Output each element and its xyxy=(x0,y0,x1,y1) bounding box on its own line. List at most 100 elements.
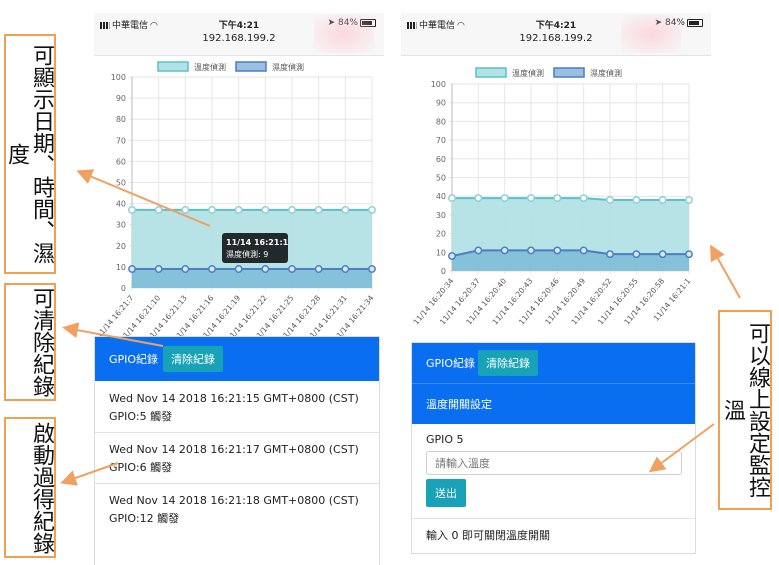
log-entry: Wed Nov 14 2018 16:21:18 GMT+0800 (CST) … xyxy=(95,483,379,534)
gpio-log-header: GPIO紀錄 清除紀錄 xyxy=(412,343,695,383)
log-timestamp: Wed Nov 14 2018 16:21:15 GMT+0800 (CST) xyxy=(109,392,359,405)
log-timestamp: Wed Nov 14 2018 16:21:17 GMT+0800 (CST) xyxy=(109,443,359,456)
point-temperature xyxy=(500,194,509,203)
submit-button[interactable]: 送出 xyxy=(426,479,466,507)
legend-swatch-humidity xyxy=(553,67,585,78)
point-humidity xyxy=(154,265,163,273)
point-humidity xyxy=(368,265,376,273)
gpio-control-card: GPIO紀錄 清除紀錄 溫度開關設定 GPIO 5 送出 輸入 0 即可關閉溫度… xyxy=(411,342,696,554)
log-event: GPIO:5 觸發 xyxy=(109,410,173,423)
log-event: GPIO:12 觸發 xyxy=(109,512,180,525)
point-temperature xyxy=(606,195,614,204)
legend-swatch-temperature xyxy=(475,67,507,78)
point-humidity xyxy=(579,246,588,255)
point-temperature xyxy=(314,205,323,214)
point-humidity xyxy=(500,246,509,255)
point-humidity xyxy=(314,265,323,273)
point-humidity xyxy=(448,252,456,260)
gpio-log-card: GPIO紀錄 清除紀錄 Wed Nov 14 2018 16:21:15 GMT… xyxy=(94,336,380,565)
legend-label-temperature: 溫度偵測 xyxy=(194,62,226,72)
temperature-switch-title: 溫度開關設定 xyxy=(426,398,492,411)
sensor-line-chart: 溫度偵測 濕度偵測010203040506070809010011/14 16:2… xyxy=(95,61,376,343)
y-tick-label: 0 xyxy=(441,267,446,276)
clear-log-button[interactable]: 清除紀錄 xyxy=(163,346,224,372)
y-tick-label: 70 xyxy=(436,136,446,145)
gpio-log-title: GPIO紀錄 xyxy=(426,357,476,370)
point-temperature xyxy=(341,205,350,214)
point-temperature xyxy=(261,205,270,214)
y-tick-label: 10 xyxy=(116,263,126,272)
log-entry: Wed Nov 14 2018 16:21:17 GMT+0800 (CST) … xyxy=(95,432,379,483)
y-tick-label: 40 xyxy=(436,192,446,201)
point-humidity xyxy=(527,246,535,255)
y-tick-label: 70 xyxy=(116,136,126,145)
point-temperature xyxy=(553,194,562,203)
point-temperature xyxy=(208,205,216,214)
log-event: GPIO:6 觸發 xyxy=(109,461,173,474)
y-tick-label: 100 xyxy=(431,80,446,89)
point-humidity xyxy=(341,265,350,273)
point-temperature xyxy=(448,194,456,203)
point-humidity xyxy=(632,250,641,259)
y-tick-label: 80 xyxy=(436,117,446,126)
y-tick-label: 40 xyxy=(116,200,126,209)
status-bar: 中華電信◠ 下午4:21 ➤ 84% 192.168.199.2 xyxy=(401,13,711,56)
point-humidity xyxy=(474,246,483,255)
status-bar: 中華電信◠ 下午4:21 ➤ 84% 192.168.199.2 xyxy=(94,13,384,56)
point-temperature xyxy=(234,205,243,214)
y-tick-label: 100 xyxy=(111,73,126,82)
point-humidity xyxy=(288,265,296,273)
annotation-chart-details: 可顯示日期、時間、濕度 xyxy=(4,34,56,274)
point-temperature xyxy=(579,194,588,203)
y-tick-label: 60 xyxy=(116,157,126,166)
point-temperature xyxy=(658,195,667,204)
right-phone-screen: 中華電信◠ 下午4:21 ➤ 84% 192.168.199.2 溫度偵測 濕度偵… xyxy=(401,13,711,565)
tooltip-body: 濕度偵測: 9 xyxy=(226,249,268,259)
left-phone-screen: 中華電信◠ 下午4:21 ➤ 84% 192.168.199.2 溫度偵測濕度偵… xyxy=(94,13,384,565)
legend-swatch-humidity xyxy=(235,61,267,72)
point-humidity xyxy=(208,265,216,273)
y-tick-label: 20 xyxy=(436,230,446,239)
footer-note: 輸入 0 即可關閉溫度開關 xyxy=(412,518,695,553)
point-temperature xyxy=(474,194,483,203)
point-temperature xyxy=(288,205,296,214)
gpio-setting-form: GPIO 5 送出 xyxy=(412,424,695,507)
page-tint xyxy=(621,15,681,53)
point-temperature xyxy=(632,195,641,204)
y-tick-label: 90 xyxy=(436,99,446,108)
sensor-line-chart: 溫度偵測 濕度偵測010203040506070809010011/14 16:2… xyxy=(412,67,693,326)
y-tick-label: 20 xyxy=(116,242,126,251)
page-tint xyxy=(314,15,374,53)
annotation-online-setting: 可以線上設定監控溫 xyxy=(718,310,772,510)
point-temperature xyxy=(527,194,535,203)
annotation-clear-log: 可清除紀錄 xyxy=(4,283,56,401)
gpio-label: GPIO 5 xyxy=(426,433,464,446)
log-entry: Wed Nov 14 2018 16:21:15 GMT+0800 (CST) … xyxy=(95,381,379,432)
y-tick-label: 60 xyxy=(436,155,446,164)
y-tick-label: 0 xyxy=(121,284,126,293)
point-temperature xyxy=(685,195,693,204)
battery-icon xyxy=(687,18,703,27)
point-humidity xyxy=(261,265,270,273)
point-humidity xyxy=(234,265,243,273)
y-tick-label: 50 xyxy=(116,179,126,188)
legend-label-temperature: 溫度偵測 xyxy=(512,68,544,78)
area-humidity xyxy=(132,269,372,288)
point-humidity xyxy=(606,250,614,259)
y-tick-label: 30 xyxy=(436,211,446,220)
y-tick-label: 50 xyxy=(436,174,446,183)
y-tick-label: 10 xyxy=(436,248,446,257)
gpio-log-header: GPIO紀錄 清除紀錄 xyxy=(95,337,379,381)
point-temperature xyxy=(368,205,376,214)
annotation-event-log: 啟動過得紀錄 xyxy=(4,417,56,558)
y-tick-label: 80 xyxy=(116,115,126,124)
legend-label-humidity: 濕度偵測 xyxy=(590,68,622,78)
clear-log-button[interactable]: 清除紀錄 xyxy=(478,350,539,376)
temperature-input[interactable] xyxy=(426,451,682,475)
legend-swatch-temperature xyxy=(157,61,189,72)
log-timestamp: Wed Nov 14 2018 16:21:18 GMT+0800 (CST) xyxy=(109,494,359,507)
point-humidity xyxy=(128,265,136,273)
point-humidity xyxy=(685,250,693,259)
temperature-switch-header: 溫度開關設定 xyxy=(412,383,695,424)
tooltip-title: 11/14 16:21:1 xyxy=(226,238,289,247)
